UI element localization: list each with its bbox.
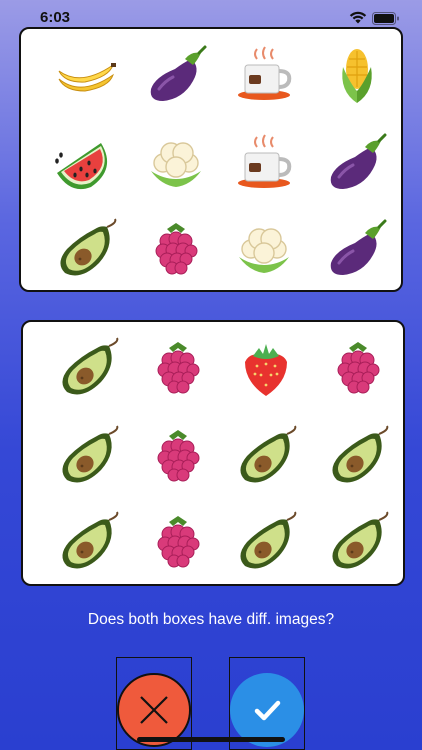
- avocado-icon: [323, 508, 393, 578]
- avocado-icon: [323, 422, 393, 492]
- strawberry-icon: [231, 334, 301, 404]
- close-icon: [140, 696, 168, 724]
- cauliflower-icon: [141, 129, 211, 199]
- eggplant-icon: [321, 215, 391, 285]
- top-image-box: [19, 27, 403, 292]
- eggplant-icon: [141, 41, 211, 111]
- corn-icon: [321, 41, 391, 111]
- raspberry-icon: [323, 334, 393, 404]
- raspberry-icon: [143, 508, 213, 578]
- avocado-icon: [53, 508, 123, 578]
- coffee-cup-icon: [229, 129, 299, 199]
- raspberry-icon: [141, 215, 211, 285]
- check-icon: [254, 700, 281, 721]
- watermelon-icon: [51, 129, 121, 199]
- banana-icon: [51, 41, 121, 111]
- bottom-image-box: [21, 320, 405, 586]
- raspberry-icon: [143, 334, 213, 404]
- wifi-icon: [349, 11, 367, 24]
- raspberry-icon: [143, 422, 213, 492]
- avocado-icon: [53, 422, 123, 492]
- eggplant-icon: [321, 129, 391, 199]
- status-time: 6:03: [40, 9, 71, 26]
- yes-button-circle[interactable]: [230, 673, 304, 747]
- battery-icon: [372, 12, 399, 25]
- question-text: Does both boxes have diff. images?: [87, 611, 335, 628]
- home-indicator: [137, 737, 285, 742]
- avocado-icon: [51, 215, 121, 285]
- cauliflower-icon: [229, 215, 299, 285]
- no-button-circle[interactable]: [117, 673, 191, 747]
- avocado-icon: [53, 334, 123, 404]
- avocado-icon: [231, 508, 301, 578]
- coffee-cup-icon: [229, 41, 299, 111]
- avocado-icon: [231, 422, 301, 492]
